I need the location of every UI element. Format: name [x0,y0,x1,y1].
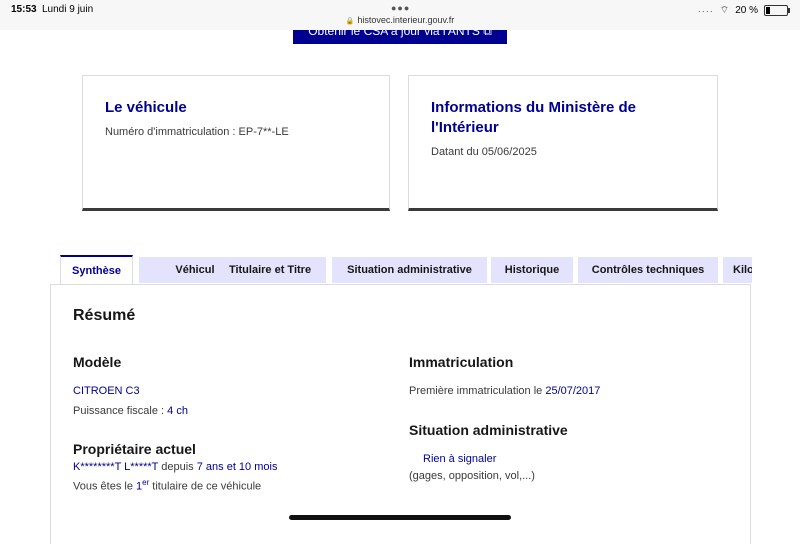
battery-icon [764,5,790,16]
more-dots-icon[interactable]: ●●● [391,3,410,13]
summary-panel: Résumé Modèle CITROEN C3 Puissance fisca… [50,284,751,544]
first-registration-label: Première immatriculation le [409,385,546,397]
model-title: Modèle [73,354,122,370]
fiscal-power-value: 4 ch [167,405,188,417]
ministry-card[interactable]: Informations du Ministère de l'Intérieur… [408,75,718,211]
summary-title: Résumé [73,307,136,324]
url-text: histovec.interieur.gouv.fr [357,15,455,25]
vehicle-card-title: Le véhicule [105,99,187,116]
vehicle-card[interactable]: Le véhicule Numéro d'immatriculation : E… [82,75,390,211]
ministry-date: Datant du 05/06/2025 [431,146,537,158]
tab-kilometrage[interactable]: Kilo [723,257,752,283]
status-date: Lundi 9 juin [42,4,94,15]
status-right: ···· ⌔ 20 % [697,4,790,17]
first-registration: Première immatriculation le 25/07/2017 [409,385,600,397]
owner-rank: Vous êtes le 1er titulaire de ce véhicul… [73,478,261,493]
owner-rank-prefix: Vous êtes le [73,480,136,493]
lock-icon: 🔒 [345,18,355,25]
owner-since-value: 7 ans et 10 mois [196,461,278,473]
signal-icon: ···· [697,5,714,16]
battery-percent: 20 % [735,5,758,16]
owner-name: K********T L*****T [73,461,159,473]
owner-line: K********T L*****T depuis 7 ans et 10 mo… [73,461,277,473]
tab-titulaire[interactable]: Titulaire et Titre [214,257,326,283]
registration-number: Numéro d'immatriculation : EP-7**-LE [105,126,289,138]
tab-controles-techniques[interactable]: Contrôles techniques [578,257,718,283]
admin-status: Rien à signaler [423,453,497,465]
owner-rank-tail: titulaire de ce véhicule [149,480,262,493]
owner-title: Propriétaire actuel [73,441,196,457]
status-time: 15:53 [11,4,37,15]
fiscal-power-label: Puissance fiscale : [73,405,168,417]
admin-situation-title: Situation administrative [409,422,568,438]
fiscal-power: Puissance fiscale : 4 ch [73,405,188,417]
first-registration-date: 25/07/2017 [545,385,601,397]
ministry-card-title: Informations du Ministère de l'Intérieur [431,99,637,136]
home-indicator[interactable] [289,515,511,520]
registration-title: Immatriculation [409,354,514,370]
model-name: CITROEN C3 [73,385,140,397]
tab-bar: Synthèse Véhicule Titulaire et Titre Sit… [50,255,752,285]
tab-historique[interactable]: Historique [491,257,573,283]
address-bar[interactable]: 🔒 histovec.interieur.gouv.fr [0,15,800,25]
owner-since-label: depuis [158,461,197,473]
tab-synthese[interactable]: Synthèse [60,255,133,285]
status-bar: 15:53 Lundi 9 juin ●●● 🔒 histovec.interie… [0,0,800,30]
tab-situation-administrative[interactable]: Situation administrative [332,257,487,283]
admin-detail: (gages, opposition, vol,...) [409,470,535,482]
wifi-icon: ⌔ [719,5,730,16]
